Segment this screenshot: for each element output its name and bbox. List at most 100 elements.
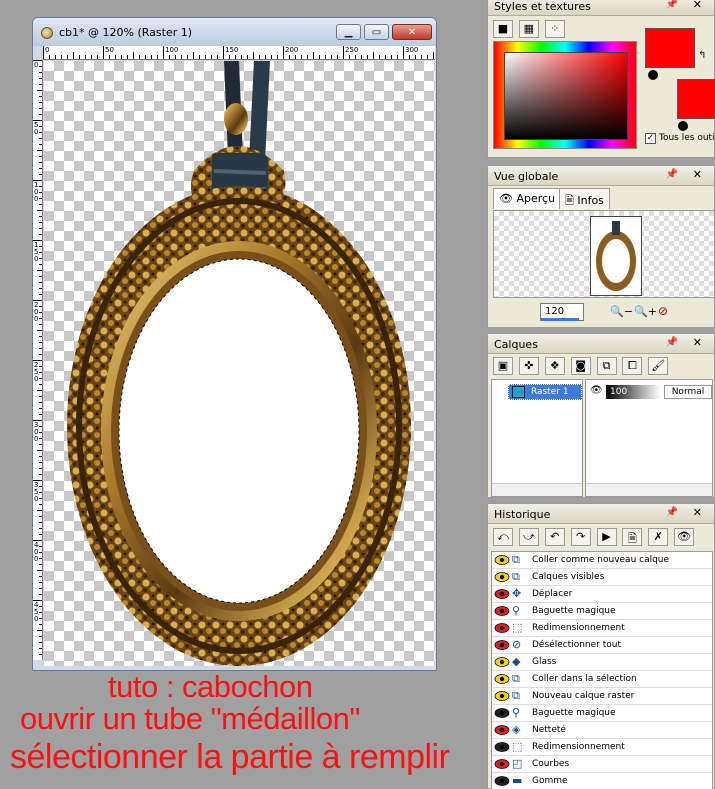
- history-action-icon: ⧉: [512, 672, 520, 685]
- eye-icon[interactable]: [494, 724, 510, 736]
- overview-thumbnail: [590, 216, 642, 296]
- new-vector-layer-button[interactable]: ✜: [518, 357, 539, 375]
- foreground-color-swatch[interactable]: [645, 28, 695, 68]
- tab-swatches[interactable]: ⁘: [544, 20, 565, 38]
- undo-to-icon: ⤺: [497, 530, 509, 543]
- history-item[interactable]: ⚲ Baguette magique: [492, 705, 712, 722]
- history-item[interactable]: ⚲ Baguette magique: [492, 603, 712, 620]
- ruler-tick: [121, 55, 122, 59]
- opacity-slider[interactable]: 100: [606, 385, 660, 399]
- eye-icon[interactable]: [494, 690, 510, 702]
- tab-preview[interactable]: 👁 Aperçu: [493, 188, 562, 209]
- pin-icon[interactable]: 📌: [666, 337, 678, 348]
- image-canvas[interactable]: [44, 61, 435, 666]
- script-icon: 🗎: [627, 532, 637, 545]
- ruler-tick: [355, 55, 356, 59]
- play-script-button[interactable]: ▶: [596, 528, 617, 546]
- close-icon[interactable]: ✕: [693, 336, 702, 349]
- eye-icon[interactable]: [494, 775, 510, 787]
- ruler-tick: [39, 636, 42, 637]
- close-icon[interactable]: ✕: [693, 168, 702, 181]
- adjust-layer-button[interactable]: ⧉: [596, 357, 617, 375]
- zoom-reset-icon[interactable]: ⊘: [658, 304, 668, 318]
- scrollbar[interactable]: [586, 483, 712, 496]
- eye-icon[interactable]: [494, 554, 510, 566]
- overview-preview[interactable]: [493, 210, 715, 298]
- pin-icon[interactable]: 📌: [666, 169, 678, 180]
- eye-icon[interactable]: [494, 571, 510, 583]
- all-tools-checkbox[interactable]: ✓: [645, 133, 656, 144]
- save-script-button[interactable]: 🗎: [622, 528, 643, 546]
- zoom-in-icon[interactable]: 🔍+: [634, 305, 657, 318]
- image-window[interactable]: cb1* @ 120% (Raster 1) ▁ ▭ ✕ 0 50 100 150 20…: [32, 17, 437, 671]
- ruler-tick: [37, 390, 42, 391]
- redo-to-button[interactable]: ⤻: [518, 528, 539, 546]
- visibility-eye-icon[interactable]: 👁: [590, 385, 603, 396]
- pin-icon[interactable]: 📌: [666, 507, 678, 518]
- background-color-swatch[interactable]: [677, 79, 715, 119]
- duplicate-layer-button[interactable]: ⧠: [622, 357, 643, 375]
- layers-panel: Calques 📌 ✕ ▣ ✜ ❖ ◙ ⧉ ⧠ 🖌 Raster 1 👁 100…: [487, 333, 715, 498]
- thumbnail-frame-image: [596, 221, 636, 291]
- toggle-visibility-button[interactable]: 👁: [674, 528, 695, 546]
- clear-history-button[interactable]: ✗: [648, 528, 669, 546]
- history-item[interactable]: ⧉ Coller comme nouveau calque: [492, 552, 712, 569]
- eye-icon[interactable]: [494, 639, 510, 651]
- layers-list[interactable]: Raster 1: [491, 379, 583, 497]
- history-item[interactable]: ◰ Courbes: [492, 756, 712, 773]
- eye-icon[interactable]: [494, 656, 510, 668]
- minimize-button[interactable]: ▁: [336, 24, 361, 40]
- eye-icon[interactable]: [494, 622, 510, 634]
- eye-icon[interactable]: [494, 758, 510, 770]
- tab-info[interactable]: 🗎 Infos: [559, 188, 610, 209]
- style-solid-icon-bg[interactable]: [678, 121, 688, 131]
- close-button[interactable]: ✕: [392, 24, 432, 40]
- history-item[interactable]: ⧉ Calques visibles: [492, 569, 712, 586]
- zoom-out-icon[interactable]: 🔍−: [610, 305, 633, 318]
- ruler-tick: [37, 630, 42, 631]
- history-item[interactable]: ⬚ Redimensionnement: [492, 620, 712, 637]
- history-item[interactable]: ◈ Netteté: [492, 722, 712, 739]
- history-action-icon: ⧉: [512, 689, 520, 702]
- window-title: cb1* @ 120% (Raster 1): [59, 26, 193, 39]
- history-item[interactable]: ⧉ Nouveau calque raster: [492, 688, 712, 705]
- history-list[interactable]: ⧉ Coller comme nouveau calque ⧉ Calques vis…: [491, 551, 713, 789]
- window-titlebar[interactable]: cb1* @ 120% (Raster 1) ▁ ▭ ✕: [33, 18, 436, 46]
- history-item[interactable]: ⧉ Coller dans la sélection: [492, 671, 712, 688]
- ruler-tick: [139, 55, 140, 59]
- zoom-input[interactable]: 120: [540, 303, 584, 321]
- new-group-button[interactable]: ❖: [544, 357, 565, 375]
- tab-color[interactable]: ■: [493, 20, 513, 38]
- eye-icon[interactable]: [494, 673, 510, 685]
- new-raster-layer-button[interactable]: ▣: [493, 357, 513, 375]
- eye-icon[interactable]: [494, 605, 510, 617]
- undo-to-button[interactable]: ⤺: [493, 528, 513, 546]
- ruler-tick: [39, 78, 42, 79]
- history-item[interactable]: ✥ Déplacer: [492, 586, 712, 603]
- close-icon[interactable]: ✕: [693, 506, 702, 519]
- layer-item-raster-1[interactable]: Raster 1: [508, 384, 582, 400]
- ruler-tick: [199, 55, 200, 59]
- redo-button[interactable]: ↷: [570, 528, 591, 546]
- scrollbar[interactable]: [492, 483, 582, 496]
- ruler-tick: [277, 55, 278, 59]
- tab-spectrum[interactable]: ▦: [518, 20, 539, 38]
- history-item[interactable]: ▬ Gomme: [492, 773, 712, 789]
- edit-layer-button[interactable]: 🖌: [648, 357, 669, 375]
- history-item[interactable]: ⬚ Redimensionnement: [492, 739, 712, 756]
- maximize-button[interactable]: ▭: [364, 24, 389, 40]
- blend-mode-select[interactable]: Normal: [664, 385, 712, 399]
- eye-icon[interactable]: [494, 588, 510, 600]
- pin-icon[interactable]: 📌: [666, 0, 678, 10]
- undo-button[interactable]: ↶: [544, 528, 565, 546]
- history-item[interactable]: ⊘ Désélectionner tout: [492, 637, 712, 654]
- saturation-box[interactable]: [504, 52, 628, 140]
- color-picker[interactable]: [493, 41, 637, 149]
- eye-icon[interactable]: [494, 741, 510, 753]
- eye-icon[interactable]: [494, 707, 510, 719]
- new-mask-button[interactable]: ◙: [570, 357, 591, 375]
- style-solid-icon[interactable]: [648, 70, 658, 80]
- history-item[interactable]: ◆ Glass: [492, 654, 712, 671]
- swap-colors-icon[interactable]: ↰: [698, 50, 706, 61]
- close-icon[interactable]: ✕: [693, 0, 702, 11]
